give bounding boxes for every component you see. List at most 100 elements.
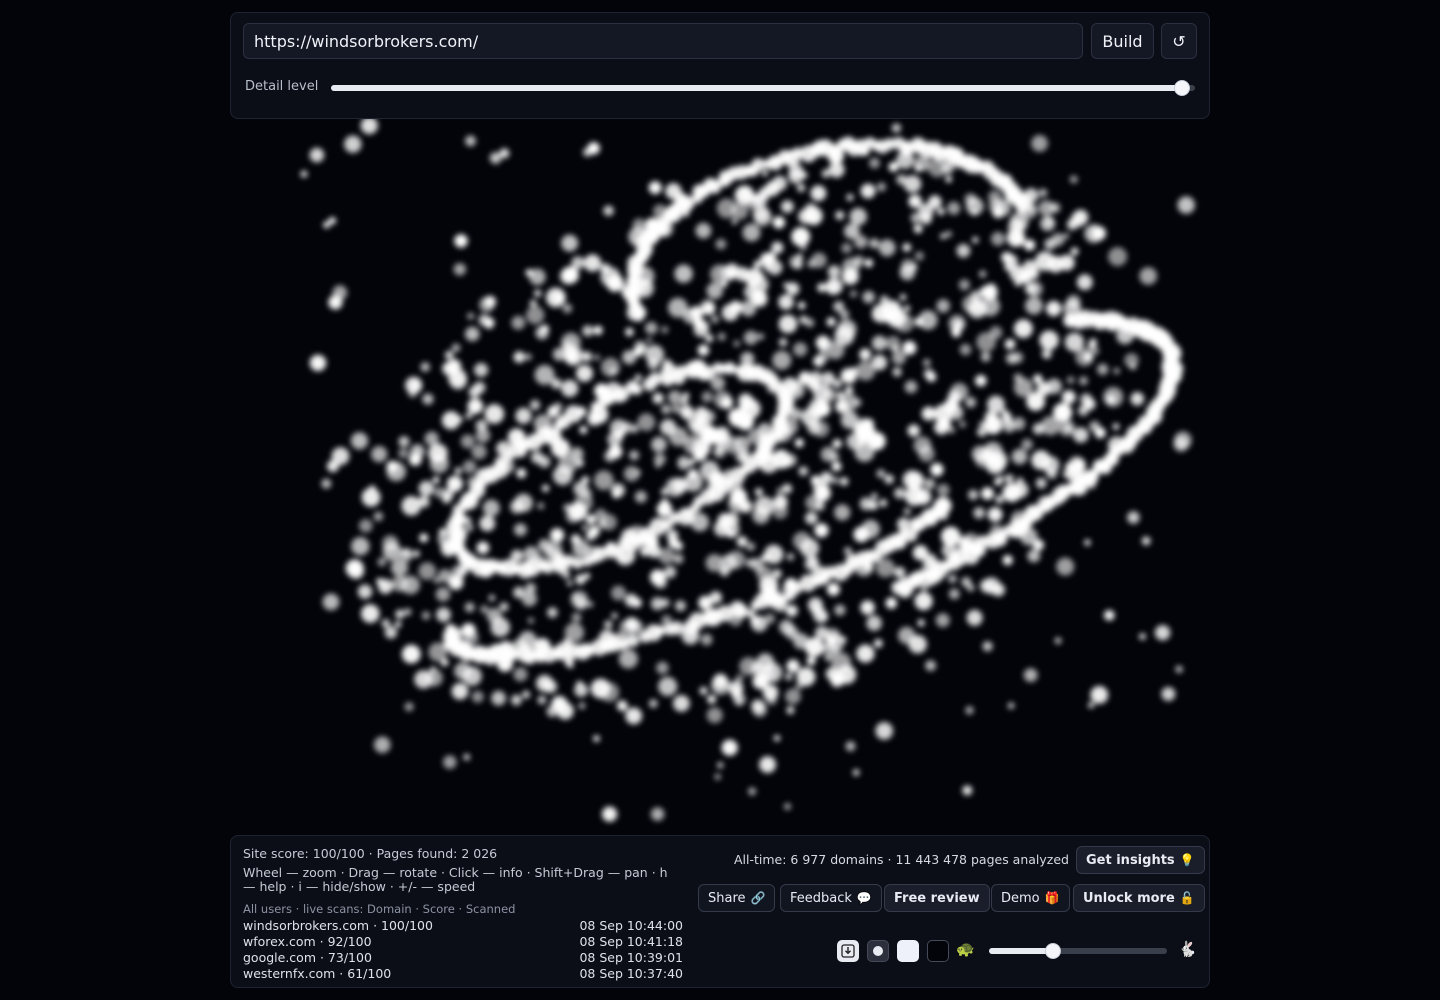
- particle: [849, 207, 867, 226]
- particle: [871, 493, 878, 500]
- particle: [1046, 300, 1062, 317]
- particle: [1084, 224, 1103, 243]
- demo-button[interactable]: Demo 🎁: [991, 884, 1070, 912]
- particle: [422, 393, 434, 405]
- particle: [981, 487, 994, 500]
- particle: [300, 170, 308, 178]
- particle: [674, 264, 693, 283]
- particle: [750, 289, 768, 306]
- particle: [535, 326, 549, 340]
- dot-icon[interactable]: [867, 940, 889, 962]
- particle: [484, 404, 505, 424]
- list-item[interactable]: google.com · 73/100 08 Sep 10:39:01: [243, 950, 683, 966]
- particle: [490, 617, 510, 637]
- particle: [1112, 423, 1120, 430]
- particle: [476, 541, 490, 555]
- particle: [736, 536, 748, 547]
- particle: [1004, 474, 1014, 484]
- detail-level-thumb[interactable]: [1174, 80, 1191, 96]
- particle: [463, 560, 475, 572]
- feedback-label: Feedback: [790, 890, 852, 906]
- particle: [611, 483, 625, 498]
- speed-slider[interactable]: [989, 943, 1167, 959]
- particle: [842, 267, 859, 285]
- particle: [837, 392, 858, 413]
- particle: [634, 490, 648, 503]
- list-item[interactable]: wforex.com · 92/100 08 Sep 10:41:18: [243, 934, 683, 950]
- particle: [713, 673, 728, 689]
- particle: [453, 263, 466, 276]
- particle: [435, 587, 451, 602]
- particle: [793, 342, 808, 357]
- particle: [474, 362, 489, 378]
- particle: [661, 326, 669, 334]
- particle: [828, 161, 845, 178]
- particle: [945, 175, 952, 183]
- particle: [622, 350, 637, 365]
- particle: [1076, 274, 1093, 291]
- particle: [707, 694, 717, 704]
- particle: [814, 500, 825, 511]
- particle: [1039, 330, 1059, 350]
- dark-theme-icon[interactable]: [927, 940, 949, 962]
- free-review-label: Free review: [894, 890, 980, 906]
- particle: [401, 496, 422, 516]
- share-button[interactable]: Share 🔗: [698, 884, 776, 912]
- particle: [465, 135, 476, 147]
- unlock-more-button[interactable]: Unlock more 🔓: [1073, 884, 1205, 912]
- particle: [785, 672, 793, 681]
- particle: [987, 507, 1003, 522]
- speed-thumb[interactable]: [1045, 943, 1062, 959]
- list-item[interactable]: westernfx.com · 61/100 08 Sep 10:37:40: [243, 966, 683, 982]
- url-input[interactable]: [243, 23, 1083, 59]
- particle: [460, 434, 475, 449]
- particle: [924, 478, 936, 490]
- feedback-button[interactable]: Feedback 💬: [780, 884, 882, 912]
- demo-label: Demo: [1001, 890, 1040, 906]
- particle: [840, 411, 859, 429]
- particle: [408, 389, 417, 398]
- detail-level-slider[interactable]: [331, 80, 1195, 96]
- particle: [360, 117, 378, 135]
- particle: [571, 256, 585, 270]
- particle: [728, 680, 744, 696]
- particle: [834, 604, 846, 616]
- particle: [750, 600, 761, 611]
- particle: [1097, 363, 1109, 375]
- particle: [398, 436, 410, 448]
- particle: [662, 359, 673, 370]
- particle: [573, 481, 589, 497]
- get-insights-button[interactable]: Get insights 💡: [1076, 846, 1205, 874]
- reset-button[interactable]: ↺: [1161, 23, 1197, 59]
- particle: [798, 466, 809, 476]
- stats-panel: Site score: 100/100 · Pages found: 2 026…: [230, 835, 1210, 988]
- particle: [1038, 188, 1048, 198]
- light-theme-icon[interactable]: [897, 940, 919, 962]
- particle: [791, 227, 811, 247]
- particle: [846, 193, 854, 201]
- particle: [594, 508, 607, 522]
- particle: [480, 605, 489, 614]
- particle: [525, 269, 533, 277]
- particle: [1024, 282, 1038, 295]
- particle: [357, 584, 373, 599]
- particle: [856, 434, 868, 446]
- particle: [1051, 233, 1065, 246]
- particle: [465, 326, 480, 342]
- particle: [753, 260, 762, 269]
- particle: [1006, 228, 1025, 247]
- particle: [867, 432, 886, 451]
- particle: [322, 593, 340, 611]
- particle: [673, 695, 690, 712]
- particle: [462, 460, 477, 474]
- particle: [1013, 373, 1023, 383]
- free-review-button[interactable]: Free review: [884, 884, 990, 912]
- build-button[interactable]: Build: [1091, 23, 1154, 59]
- download-icon[interactable]: [837, 940, 859, 962]
- particle: [625, 327, 634, 337]
- list-item[interactable]: windsorbrokers.com · 100/100 08 Sep 10:4…: [243, 918, 683, 934]
- particle: [727, 530, 735, 538]
- particle: [948, 426, 956, 434]
- particle: [429, 454, 449, 474]
- particle: [976, 332, 996, 352]
